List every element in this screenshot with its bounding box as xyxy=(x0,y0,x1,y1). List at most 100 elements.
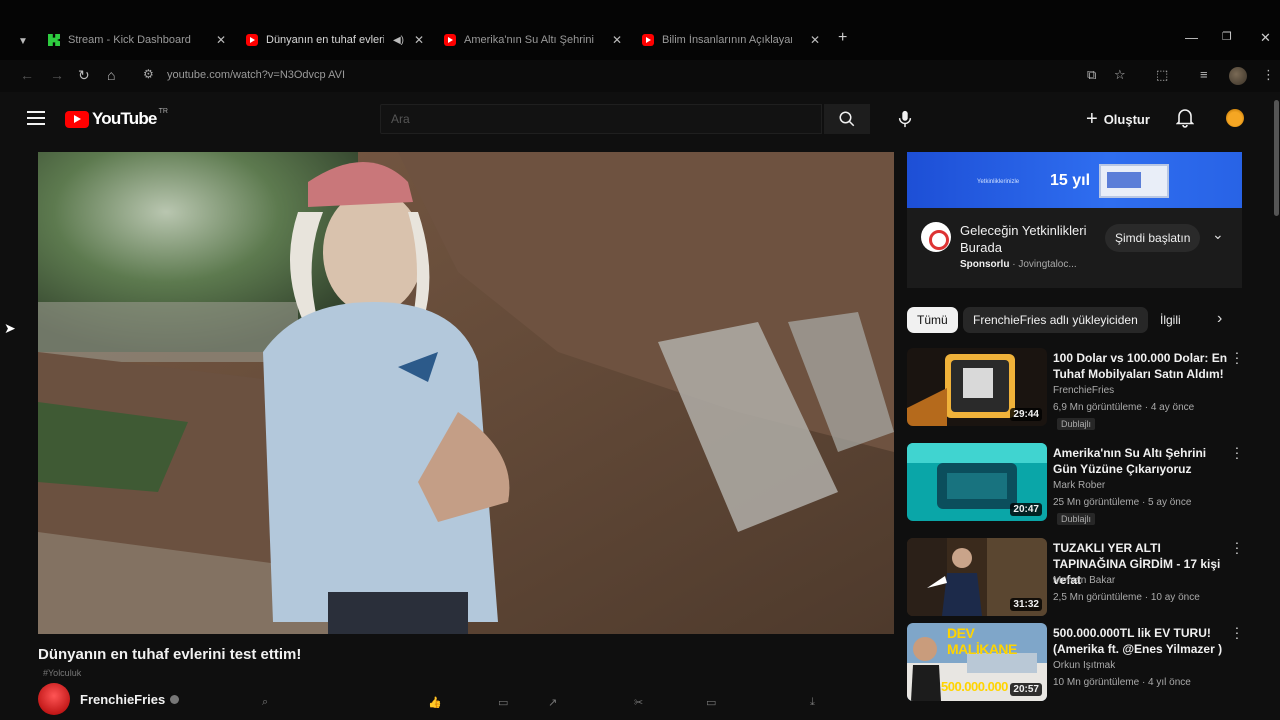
verified-icon xyxy=(170,694,180,704)
more-options-icon[interactable]: · · · xyxy=(1232,345,1242,369)
rec-title[interactable]: 100 Dolar vs 100.000 Dolar: En Tuhaf Mob… xyxy=(1053,350,1233,382)
recommendation-item[interactable]: 31:32 TUZAKLI YER ALTI TAPINAĞINA GİRDİM… xyxy=(907,535,1247,618)
rec-channel[interactable]: Orkun Işıtmak xyxy=(1053,660,1115,671)
kick-icon xyxy=(48,34,60,46)
bell-icon xyxy=(1175,109,1195,128)
laptop-image xyxy=(1099,164,1169,198)
rec-title[interactable]: Amerika'nın Su Altı Şehrini Gün Yüzüne Ç… xyxy=(1053,445,1233,477)
minimize-icon[interactable]: — xyxy=(1185,30,1198,45)
rec-meta: 2,5 Mn görüntüleme · 10 ay önce xyxy=(1053,592,1200,603)
chevron-right-icon[interactable]: › xyxy=(1217,310,1222,328)
dislike-icon[interactable]: ▭ xyxy=(498,696,508,709)
tab-kick[interactable]: Stream - Kick Dashboard ✕ xyxy=(40,29,232,51)
video-thumbnail[interactable]: DEV MALİKANE 500.000.000 20:57 xyxy=(907,623,1047,701)
voice-search-button[interactable] xyxy=(890,104,920,134)
home-icon[interactable]: ⌂ xyxy=(107,67,115,83)
thumbnail-price: 500.000.000 xyxy=(941,679,1008,694)
thumbnail-caption: DEV MALİKANE xyxy=(947,625,1017,657)
url-field[interactable]: youtube.com/watch?v=N3Odvcp AVI xyxy=(167,69,345,81)
new-tab-button[interactable]: + xyxy=(838,29,847,47)
recommendation-item[interactable]: DEV MALİKANE 500.000.000 20:57 500.000.0… xyxy=(907,620,1247,703)
search-input[interactable] xyxy=(381,105,821,133)
tab-title: Amerika'nın Su Altı Şehrini Gü xyxy=(464,34,594,46)
youtube-play-icon xyxy=(65,110,89,128)
recommendation-item[interactable]: 29:44 100 Dolar vs 100.000 Dolar: En Tuh… xyxy=(907,345,1247,430)
recommendation-item[interactable]: 20:47 Amerika'nın Su Altı Şehrini Gün Yü… xyxy=(907,440,1247,525)
download-icon[interactable]: ⤓ xyxy=(810,696,815,709)
duration-badge: 20:47 xyxy=(1010,503,1042,516)
search-box[interactable] xyxy=(380,104,822,134)
video-hashtag[interactable]: #Yolculuk xyxy=(43,668,81,678)
account-avatar[interactable] xyxy=(1226,109,1244,127)
site-settings-icon[interactable]: ⚙ xyxy=(143,67,154,81)
chip-all[interactable]: Tümü xyxy=(907,307,958,333)
save-icon[interactable]: ▭ xyxy=(706,696,716,709)
reload-icon[interactable]: ↻ xyxy=(78,67,90,84)
rec-channel[interactable]: FrenchieFries xyxy=(1053,385,1114,396)
rec-title[interactable]: 500.000.000TL lik EV TURU! (Amerika ft. … xyxy=(1053,625,1233,657)
ad-card[interactable]: Geleceğin Yetkinlikleri Burada Sponsorlu… xyxy=(907,208,1242,288)
video-thumbnail[interactable]: 31:32 xyxy=(907,538,1047,616)
chevron-down-icon[interactable]: ⌄ xyxy=(1212,226,1224,243)
chip-related[interactable]: İlgili xyxy=(1150,307,1191,333)
duration-badge: 29:44 xyxy=(1010,408,1042,421)
tab-active-video[interactable]: Dünyanın en tuhaf evlerini ◀) ✕ xyxy=(238,29,430,51)
clip-icon[interactable]: ✂ xyxy=(634,696,643,709)
ad-banner[interactable]: Yetkinliklerinizle 15 yıl xyxy=(907,152,1242,208)
youtube-logo[interactable]: YouTube TR xyxy=(65,107,168,129)
tab-underwater-city[interactable]: Amerika'nın Su Altı Şehrini Gü ✕ xyxy=(436,29,628,51)
create-button[interactable]: + Oluştur xyxy=(1086,108,1150,131)
notifications-button[interactable] xyxy=(1175,108,1195,133)
more-options-icon[interactable]: · · · xyxy=(1232,620,1242,644)
close-icon[interactable]: ✕ xyxy=(414,33,424,47)
install-app-icon[interactable]: ⧉ xyxy=(1087,67,1096,83)
speaker-icon[interactable]: ◀) xyxy=(393,35,404,46)
share-icon[interactable]: ↗ xyxy=(548,696,557,709)
tab-search-chevron-icon[interactable]: ▼ xyxy=(10,30,36,52)
video-frame xyxy=(38,152,894,634)
channel-row: FrenchieFries xyxy=(38,683,180,715)
search-icon xyxy=(839,111,855,127)
ad-banner-small-text: Yetkinliklerinizle xyxy=(977,179,1020,185)
video-title: Dünyanın en tuhaf evlerini test ettim! xyxy=(38,646,302,663)
channel-avatar[interactable] xyxy=(38,683,70,715)
more-options-icon[interactable]: · · · xyxy=(1232,535,1242,559)
ad-sponsor-line: Sponsorlu · Jovingtaloc... xyxy=(960,259,1077,270)
youtube-icon xyxy=(246,34,258,46)
rec-channel[interactable]: Mervan Bakar xyxy=(1053,575,1115,586)
media-control-icon[interactable]: ≡ xyxy=(1200,67,1208,82)
close-icon[interactable]: ✕ xyxy=(612,33,622,47)
country-code: TR xyxy=(158,107,168,115)
page-scrollbar[interactable] xyxy=(1274,100,1279,216)
browser-profile-avatar[interactable] xyxy=(1229,67,1247,85)
browser-tab-bar: ▼ Stream - Kick Dashboard ✕ Dünyanın en … xyxy=(0,0,1280,60)
video-player[interactable] xyxy=(38,152,894,634)
ad-title[interactable]: Geleceğin Yetkinlikleri Burada xyxy=(960,222,1100,256)
advertiser-logo xyxy=(921,222,951,252)
close-icon[interactable]: ✕ xyxy=(810,33,820,47)
chip-from-uploader[interactable]: FrenchieFries adlı yükleyiciden xyxy=(963,307,1148,333)
more-options-icon[interactable]: · · · xyxy=(1232,440,1242,464)
dubbed-badge: Dublajlı xyxy=(1057,418,1096,430)
mouse-cursor-icon: ➤ xyxy=(4,320,16,336)
close-icon[interactable]: ✕ xyxy=(216,33,226,47)
rec-meta: 6,9 Mn görüntüleme · 4 ay önce xyxy=(1053,402,1195,413)
video-thumbnail[interactable]: 20:47 xyxy=(907,443,1047,521)
extensions-icon[interactable]: ⬚ xyxy=(1156,67,1168,83)
tab-title: Bilim İnsanlarının Açıklayamad xyxy=(662,34,792,46)
video-thumbnail[interactable]: 29:44 xyxy=(907,348,1047,426)
menu-icon[interactable] xyxy=(27,111,45,125)
search-button[interactable] xyxy=(824,104,870,134)
bookmark-star-icon[interactable]: ☆ xyxy=(1114,67,1126,83)
like-icon[interactable]: 👍 xyxy=(428,696,442,709)
channel-name[interactable]: FrenchieFries xyxy=(80,692,165,707)
browser-menu-icon[interactable]: ⋮ xyxy=(1262,67,1275,83)
tab-scientists[interactable]: Bilim İnsanlarının Açıklayamad ✕ xyxy=(634,29,826,51)
subscribe-bell-icon[interactable]: ⌕ xyxy=(262,696,268,709)
ad-cta-button[interactable]: Şimdi başlatın xyxy=(1105,224,1201,252)
restore-icon[interactable]: ❐ xyxy=(1222,30,1232,43)
rec-channel[interactable]: Mark Rober xyxy=(1053,480,1105,491)
forward-icon[interactable]: → xyxy=(50,67,64,83)
back-icon[interactable]: ← xyxy=(20,67,34,83)
window-close-icon[interactable]: ✕ xyxy=(1260,30,1271,46)
